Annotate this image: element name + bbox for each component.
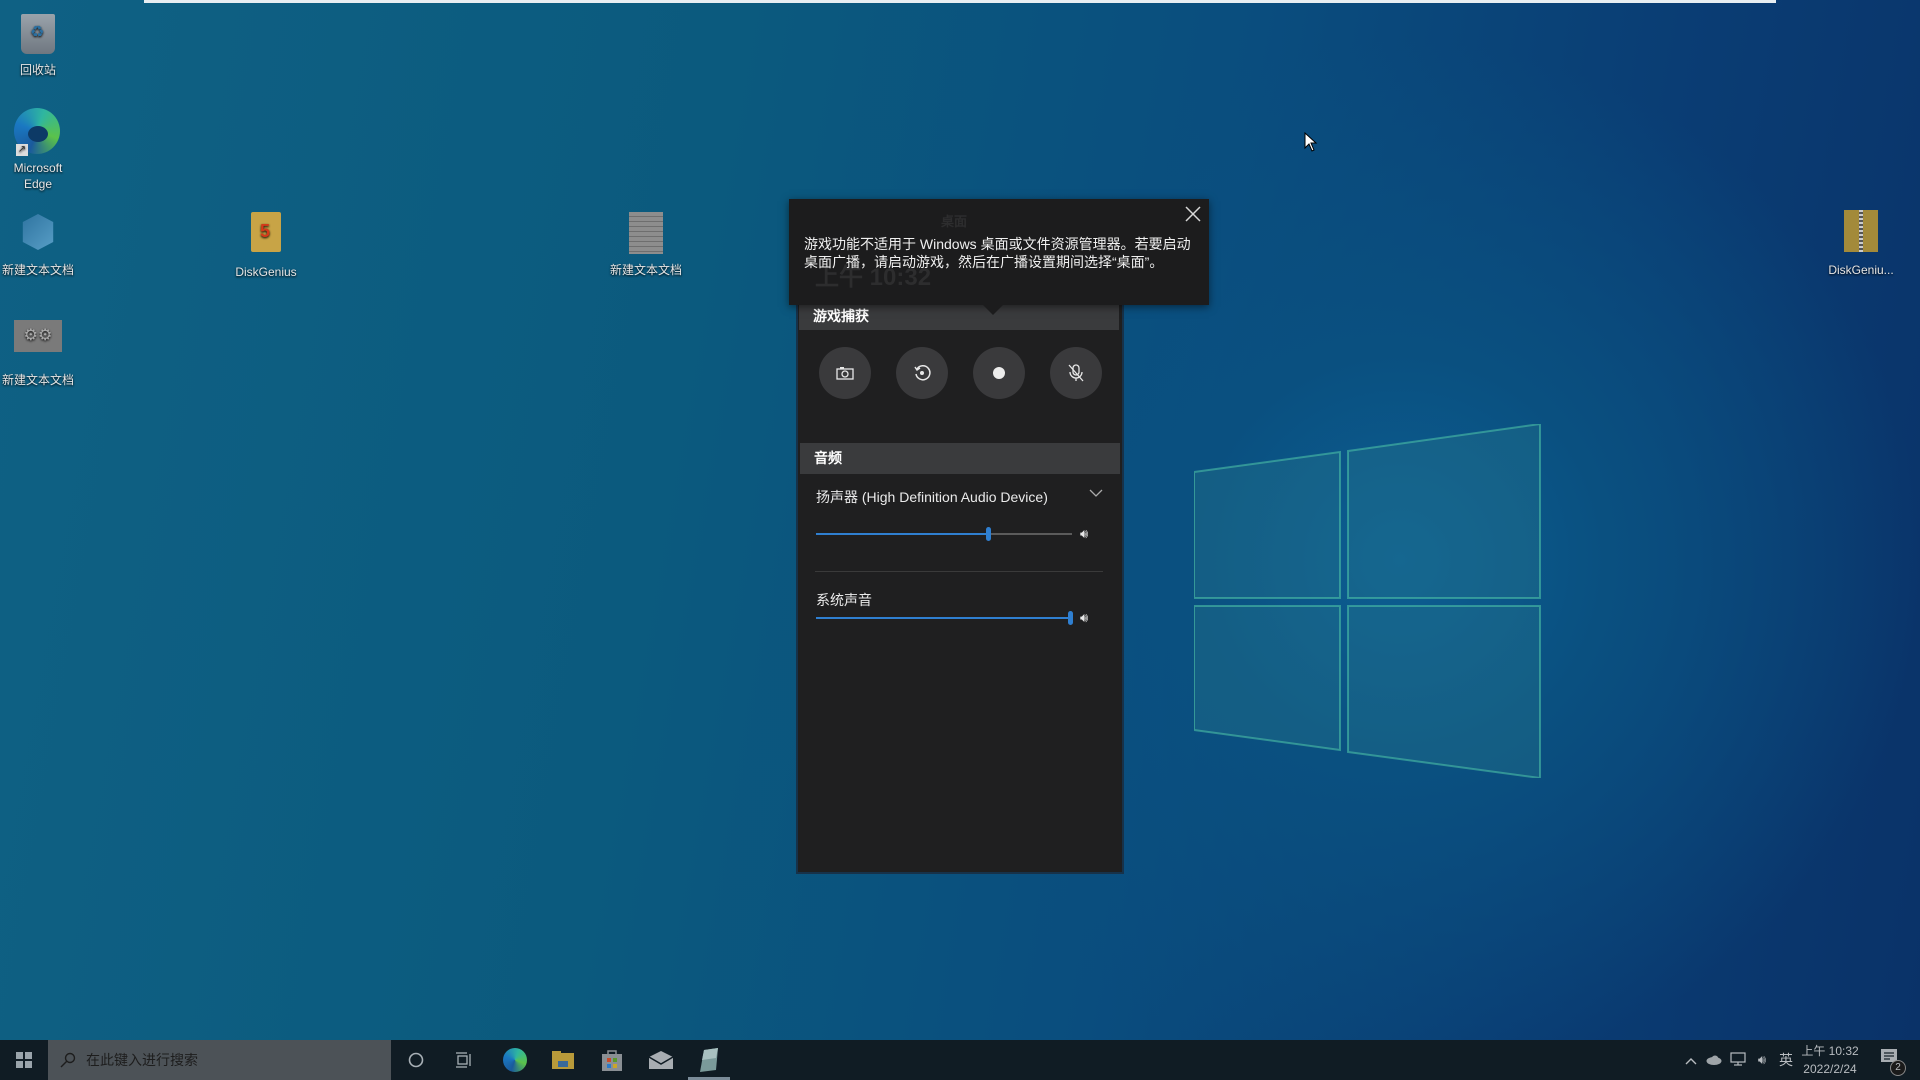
text-document-icon [622, 210, 670, 258]
edge-icon [503, 1048, 527, 1072]
cloud-icon [1706, 1055, 1722, 1065]
replay-icon [914, 365, 931, 381]
volume-icon: 🔊︎ [1757, 1052, 1767, 1067]
record-icon [993, 367, 1005, 379]
zip-folder-icon [1837, 210, 1885, 258]
mail-button[interactable] [637, 1040, 685, 1080]
task-view-button[interactable] [440, 1040, 488, 1080]
action-center-button[interactable]: 2 [1880, 1048, 1906, 1076]
audio-divider [815, 571, 1103, 572]
start-recording-button[interactable] [973, 347, 1025, 399]
desktop-icon-diskgenius-zip[interactable]: DiskGeniu... [1818, 210, 1904, 278]
clock-date: 2022/2/24 [1803, 1062, 1857, 1076]
taskbar-clock[interactable]: 上午 10:32 2022/2/24 [1800, 1042, 1860, 1078]
network-button[interactable] [1726, 1051, 1750, 1069]
store-icon [602, 1050, 622, 1071]
ghost-title: 桌面 [941, 214, 968, 229]
diskgenius-icon [242, 212, 290, 260]
chevron-up-icon [1685, 1057, 1697, 1064]
device-volume-slider[interactable] [816, 527, 1072, 541]
cortana-icon [408, 1052, 424, 1068]
tooltip-message: 游戏功能不适用于 Windows 桌面或文件资源管理器。若要启动桌面广播，请启动… [804, 236, 1191, 270]
search-icon [60, 1052, 76, 1068]
onedrive-button[interactable] [1702, 1053, 1726, 1068]
audio-device-dropdown[interactable] [1088, 485, 1108, 505]
shortcut-arrow-icon: ↗ [16, 144, 28, 156]
registry-file-icon [14, 210, 62, 258]
system-sound-slider[interactable] [816, 611, 1073, 625]
system-sound-volume-icon[interactable]: 🔊︎ [1080, 610, 1088, 626]
close-tooltip-button[interactable] [1182, 204, 1204, 226]
desktop-icon-text-doc[interactable]: 新建文本文档 [603, 210, 689, 278]
gears-file-icon: ⚙⚙ [14, 320, 62, 368]
tooltip-arrow [983, 305, 1003, 315]
audio-section-title: 音频 [800, 443, 1120, 474]
taskbar: 在此键入进行搜索 🔊︎ 英 [0, 1040, 1920, 1080]
desktop-icon-recycle-bin[interactable]: 回收站 [0, 10, 81, 78]
slider-fill [816, 533, 988, 535]
slider-thumb[interactable] [985, 527, 991, 541]
network-icon [1730, 1051, 1746, 1066]
recycle-bin-icon [14, 10, 62, 58]
audio-device-label: 扬声器 (High Definition Audio Device) [816, 489, 1048, 505]
speaker-volume-icon[interactable]: 🔊︎ [1080, 526, 1088, 542]
windows-start-icon [16, 1052, 32, 1068]
unsupported-desktop-tooltip: 桌面 上午 10:32 游戏功能不适用于 Windows 桌面或文件资源管理器。… [789, 199, 1209, 305]
ime-indicator[interactable]: 英 [1774, 1050, 1798, 1070]
taskbar-search-box[interactable]: 在此键入进行搜索 [48, 1040, 391, 1080]
top-progress-strip [144, 0, 1776, 3]
active-app-button[interactable] [686, 1040, 734, 1080]
file-explorer-icon [552, 1051, 574, 1069]
edge-icon: ↗ [14, 108, 62, 156]
camera-icon [836, 367, 854, 380]
ghost-time: 上午 10:32 [815, 264, 932, 291]
task-view-icon [456, 1052, 471, 1068]
mouse-cursor-icon [1304, 132, 1318, 152]
desktop-icon-gears-doc[interactable]: ⚙⚙ 新建文本文档 [0, 312, 81, 388]
slider-thumb[interactable] [1068, 611, 1073, 625]
clock-time: 上午 10:32 [1801, 1044, 1859, 1058]
microphone-toggle-button[interactable] [1050, 347, 1102, 399]
edge-taskbar-button[interactable] [491, 1040, 539, 1080]
system-tray: 🔊︎ 英 [1680, 1040, 1798, 1080]
app-icon [700, 1048, 718, 1072]
mic-off-icon [1068, 364, 1084, 382]
volume-button[interactable]: 🔊︎ [1750, 1052, 1774, 1068]
close-icon [1185, 206, 1201, 222]
system-sound-label: 系统声音 [816, 592, 872, 608]
file-explorer-button[interactable] [539, 1040, 587, 1080]
screenshot-button[interactable] [819, 347, 871, 399]
desktop-icon-registry-doc[interactable]: 新建文本文档 [0, 210, 81, 278]
desktop-icon-edge[interactable]: ↗ Microsoft Edge [0, 108, 81, 192]
desktop-icon-diskgenius[interactable]: DiskGenius [223, 212, 309, 280]
notification-count-badge: 2 [1890, 1060, 1906, 1076]
store-button[interactable] [588, 1040, 636, 1080]
start-button[interactable] [0, 1040, 48, 1080]
slider-fill [816, 617, 1070, 619]
record-last-button[interactable] [896, 347, 948, 399]
show-hidden-icons-button[interactable] [1680, 1053, 1702, 1068]
windows-logo-wallpaper [1194, 424, 1541, 778]
search-placeholder: 在此键入进行搜索 [86, 1052, 198, 1068]
mail-icon [649, 1051, 673, 1069]
chevron-down-icon [1089, 489, 1103, 497]
cortana-button[interactable] [392, 1040, 440, 1080]
